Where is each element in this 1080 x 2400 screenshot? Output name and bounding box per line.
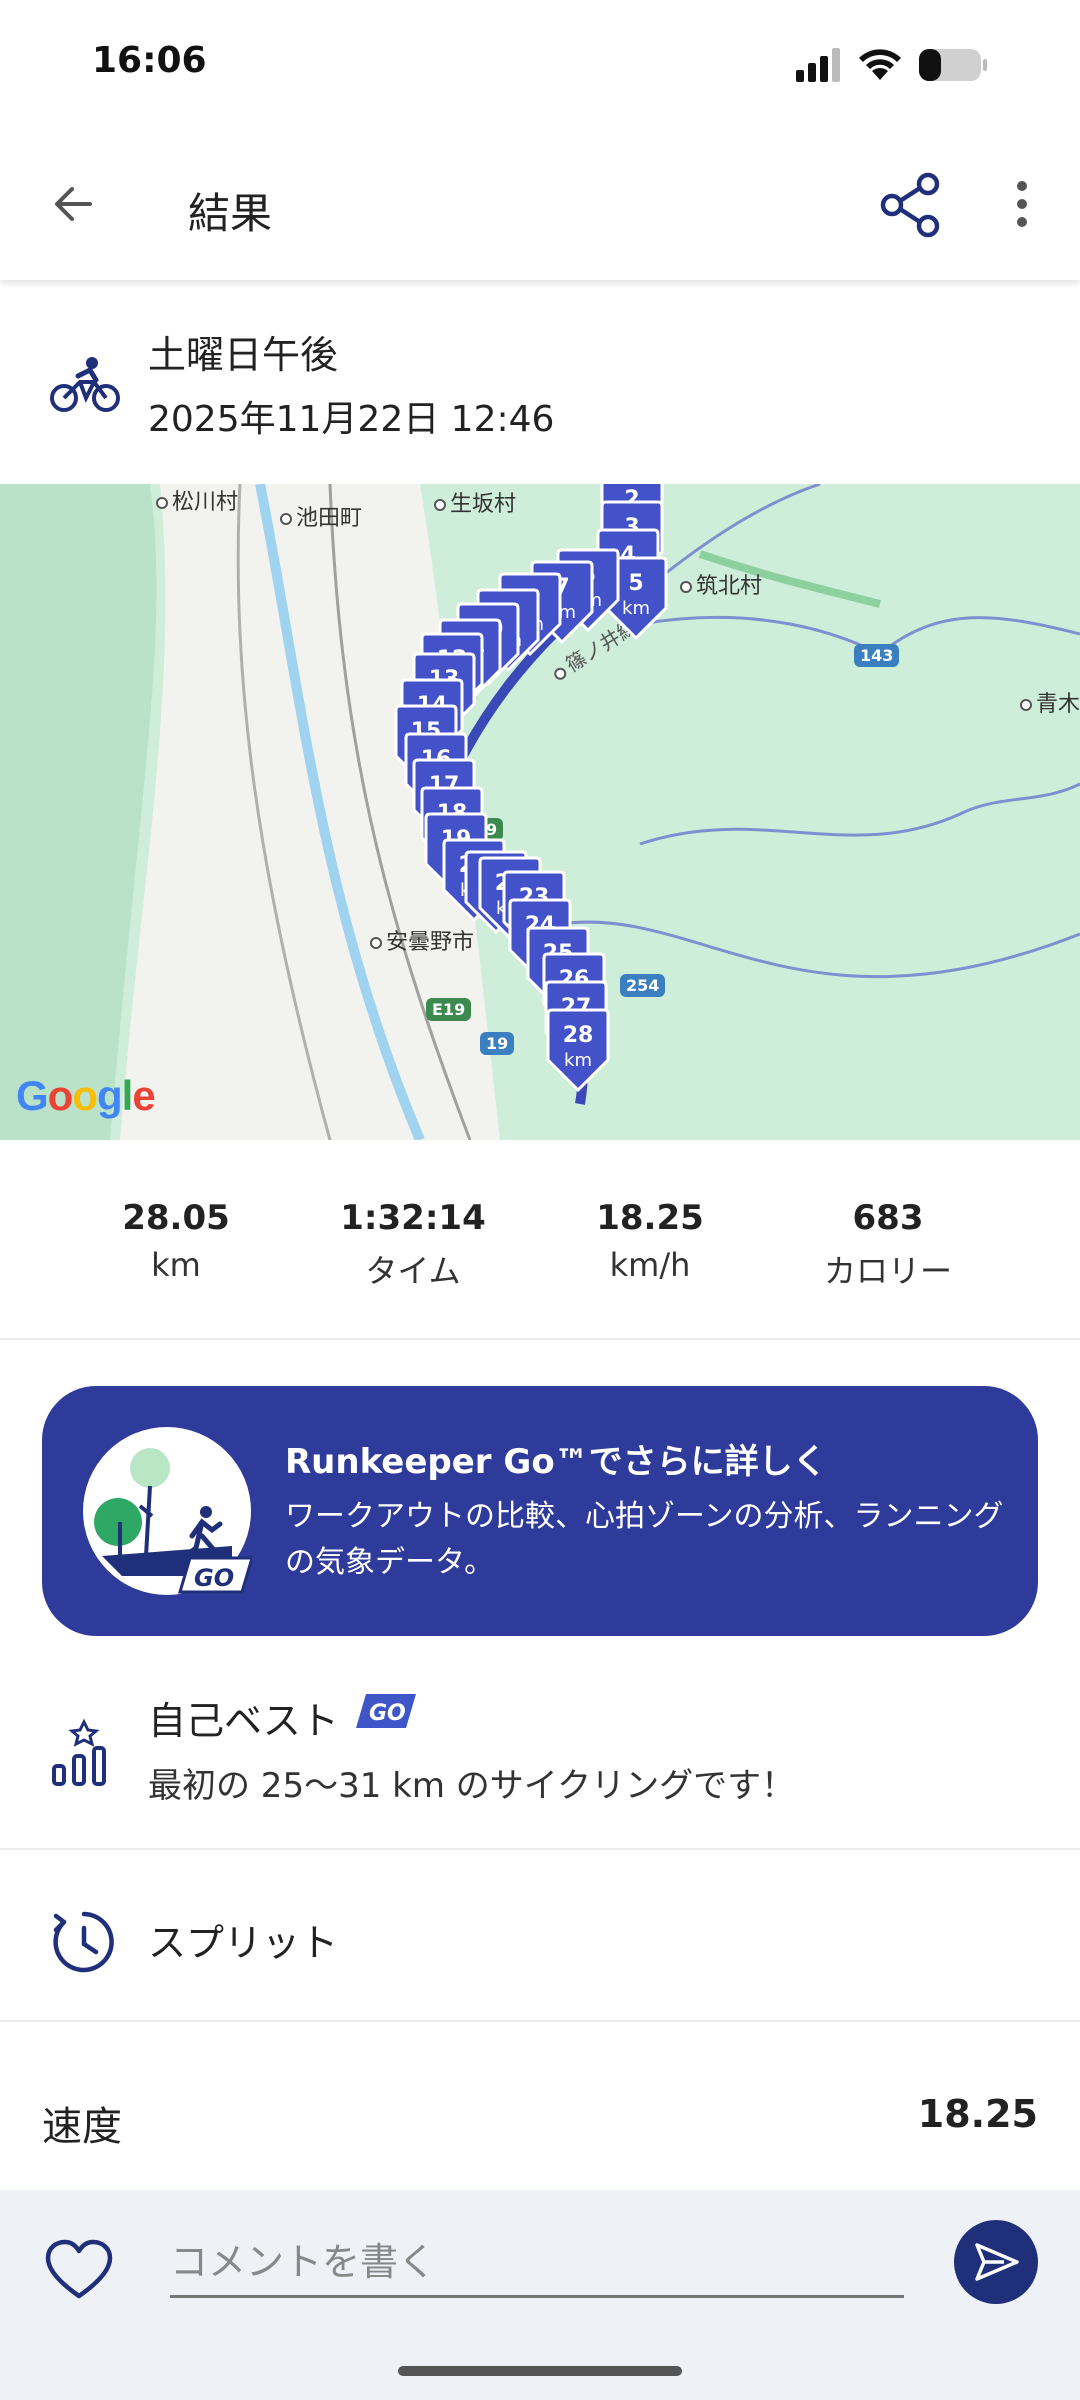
activity-header: 土曜日午後 2025年11月22日 12:46	[0, 284, 1080, 484]
splits-label: スプリット	[148, 1921, 339, 1965]
send-icon	[975, 2243, 1019, 2281]
stat-value: 1:32:14	[340, 1198, 486, 1238]
stat-value: 683	[852, 1198, 924, 1238]
speed-label: 速度	[42, 2104, 122, 2150]
personal-best-title: 自己ベスト	[148, 1699, 339, 1743]
status-bar: 16:06	[0, 0, 1080, 130]
promo-body: ワークアウトの比較、心拍ゾーンの分析、ランニングの気象データ。	[285, 1499, 1004, 1580]
stat-label: タイム	[365, 1252, 461, 1290]
promo-title: Runkeeper Go™でさらに詳しく	[285, 1442, 827, 1482]
stat-label: カロリー	[823, 1252, 952, 1290]
stat-time: 1:32:14 タイム	[293, 1198, 533, 1292]
more-vert-icon[interactable]	[1000, 174, 1044, 234]
km-marker: 28km	[546, 1008, 610, 1093]
svg-text:GO: GO	[194, 1564, 234, 1592]
stat-value: 28.05	[122, 1198, 230, 1238]
km-markers: 2km3km4km5km6km7km8km9km10km11km12km13km…	[394, 484, 668, 1093]
home-indicator	[398, 2366, 682, 2376]
speed-value: 18.25	[917, 2092, 1038, 2136]
speed-row: 速度 18.25	[0, 2024, 1080, 2192]
activity-datetime: 2025年11月22日 12:46	[148, 399, 555, 440]
activity-name: 土曜日午後	[148, 333, 339, 377]
stat-distance: 28.05 km	[56, 1198, 296, 1284]
wifi-icon	[859, 49, 901, 80]
stopwatch-icon	[53, 1911, 114, 1973]
page-title: 結果	[188, 189, 273, 238]
comment-bar	[0, 2190, 1080, 2400]
status-time: 16:06	[92, 40, 207, 81]
go-tag-icon: GO	[356, 1694, 416, 1728]
personal-best-section[interactable]: 自己ベスト GO 最初の 25〜31 km のサイクリングです！	[0, 1650, 1080, 1850]
back-arrow-icon[interactable]	[44, 174, 104, 234]
comment-input[interactable]	[170, 2228, 904, 2298]
send-button[interactable]	[954, 2220, 1038, 2304]
stat-label: km	[151, 1246, 201, 1284]
svg-text:GO: GO	[369, 1701, 406, 1726]
runkeeper-go-banner[interactable]: GO Runkeeper Go™でさらに詳しく ワークアウトの比較、心拍ゾーンの…	[42, 1386, 1038, 1636]
km-marker-number: 5	[628, 571, 643, 596]
stat-speed: 18.25 km/h	[530, 1198, 770, 1284]
stats-row: 28.05 km 1:32:14 タイム 18.25 km/h 683 カロリー	[0, 1140, 1080, 1340]
personal-best-description: 最初の 25〜31 km のサイクリングです！	[148, 1766, 796, 1806]
route-map[interactable]: 松川村 池田町 生坂村 筑北村 青木 安曇野市 143 254 19 E19 9…	[0, 484, 1080, 1140]
km-marker-unit: km	[564, 1050, 592, 1071]
km-marker-unit: km	[622, 598, 650, 619]
share-icon[interactable]	[876, 170, 946, 240]
km-marker-number: 28	[563, 1023, 594, 1048]
heart-icon[interactable]	[44, 2238, 114, 2302]
cellular-signal-icon	[796, 48, 840, 82]
bar-chart-star-icon	[52, 1718, 106, 1786]
app-bar: 結果	[0, 130, 1080, 280]
google-attribution: Google	[16, 1072, 156, 1119]
cycling-icon	[50, 357, 120, 412]
runkeeper-go-badge-icon: GO	[83, 1427, 252, 1595]
splits-row[interactable]: スプリット	[0, 1852, 1080, 2022]
stat-value: 18.25	[596, 1198, 704, 1238]
stat-calories: 683 カロリー	[768, 1198, 1008, 1292]
stat-label: km/h	[609, 1246, 691, 1284]
battery-icon	[919, 49, 987, 81]
